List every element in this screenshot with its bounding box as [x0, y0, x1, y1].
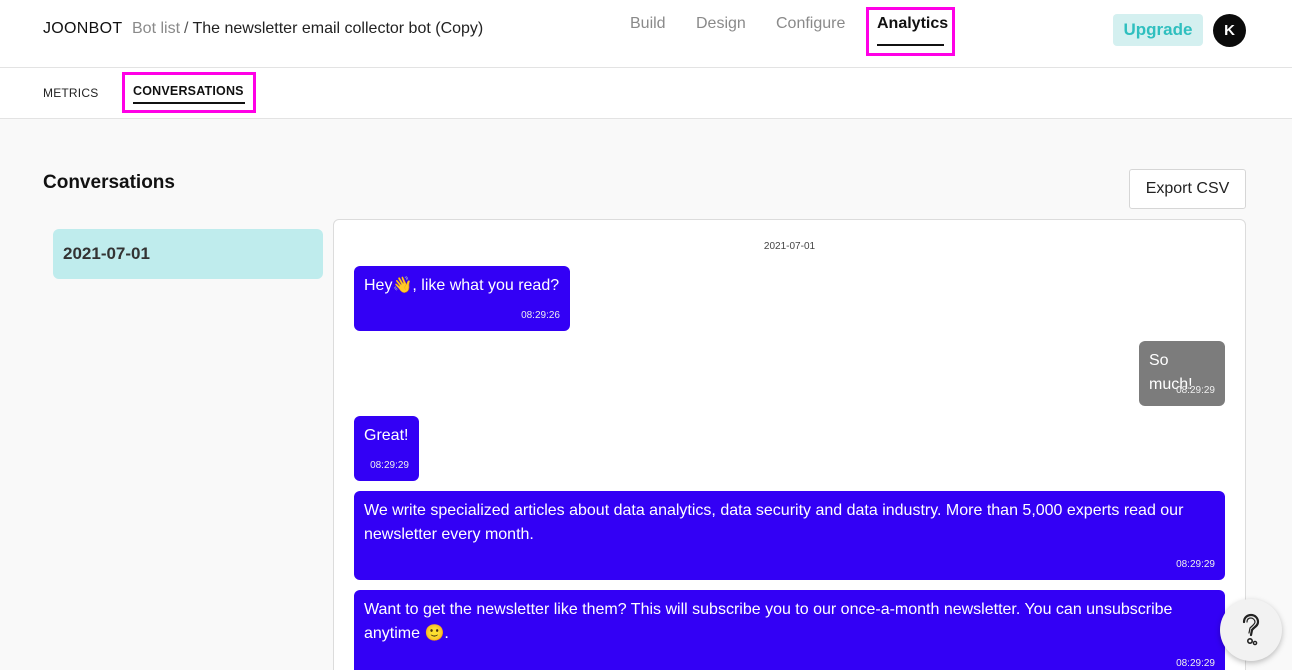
bot-message: We write specialized articles about data…: [354, 491, 1225, 580]
user-message: So much! 08:29:29: [1139, 341, 1225, 406]
message-time: 08:29:26: [521, 310, 560, 321]
message-time: 08:29:29: [1176, 658, 1215, 669]
message-text: Hey👋, like what you read?: [364, 277, 560, 294]
help-button[interactable]: [1220, 599, 1282, 661]
breadcrumb: Bot list / The newsletter email collector …: [132, 20, 483, 38]
question-mark-icon: [1242, 613, 1260, 646]
nav-tab-design[interactable]: Design: [696, 15, 746, 33]
breadcrumb-current-bot: The newsletter email collector bot (Copy…: [192, 20, 484, 37]
bot-message: Hey👋, like what you read? 08:29:26: [354, 266, 570, 331]
subtab-active-underline: [133, 102, 245, 104]
nav-active-underline: [877, 44, 944, 46]
chat-date-header: 2021-07-01: [763, 241, 816, 252]
message-time: 08:29:29: [1176, 559, 1215, 570]
top-header: JOONBOT Bot list / The newsletter email co…: [0, 0, 1292, 68]
page-title: Conversations: [43, 172, 175, 193]
message-time: 08:29:29: [370, 460, 409, 471]
analytics-subnav: METRICS CONVERSATIONS: [0, 68, 1292, 119]
message-text: Want to get the newsletter like them? Th…: [364, 601, 1173, 642]
upgrade-button[interactable]: Upgrade: [1113, 14, 1203, 46]
conversation-date-item[interactable]: 2021-07-01: [53, 229, 323, 279]
breadcrumb-bot-list-link[interactable]: Bot list: [132, 20, 180, 37]
bot-message: Want to get the newsletter like them? Th…: [354, 590, 1225, 670]
bot-message: Great! 08:29:29: [354, 416, 419, 481]
message-text: Great!: [364, 427, 409, 444]
message-text: We write specialized articles about data…: [364, 502, 1184, 543]
export-csv-button[interactable]: Export CSV: [1129, 169, 1246, 209]
conversation-panel[interactable]: 2021-07-01 Hey👋, like what you read? 08:…: [333, 219, 1246, 670]
brand-logo[interactable]: JOONBOT: [43, 20, 122, 38]
message-time: 08:29:29: [1176, 385, 1215, 396]
subtab-conversations[interactable]: CONVERSATIONS: [133, 84, 244, 98]
user-avatar[interactable]: K: [1213, 14, 1246, 47]
breadcrumb-separator: /: [184, 20, 189, 37]
nav-tab-build[interactable]: Build: [630, 15, 666, 33]
nav-tab-analytics[interactable]: Analytics: [877, 15, 948, 33]
nav-tab-configure[interactable]: Configure: [776, 15, 845, 33]
subtab-metrics[interactable]: METRICS: [43, 86, 98, 100]
